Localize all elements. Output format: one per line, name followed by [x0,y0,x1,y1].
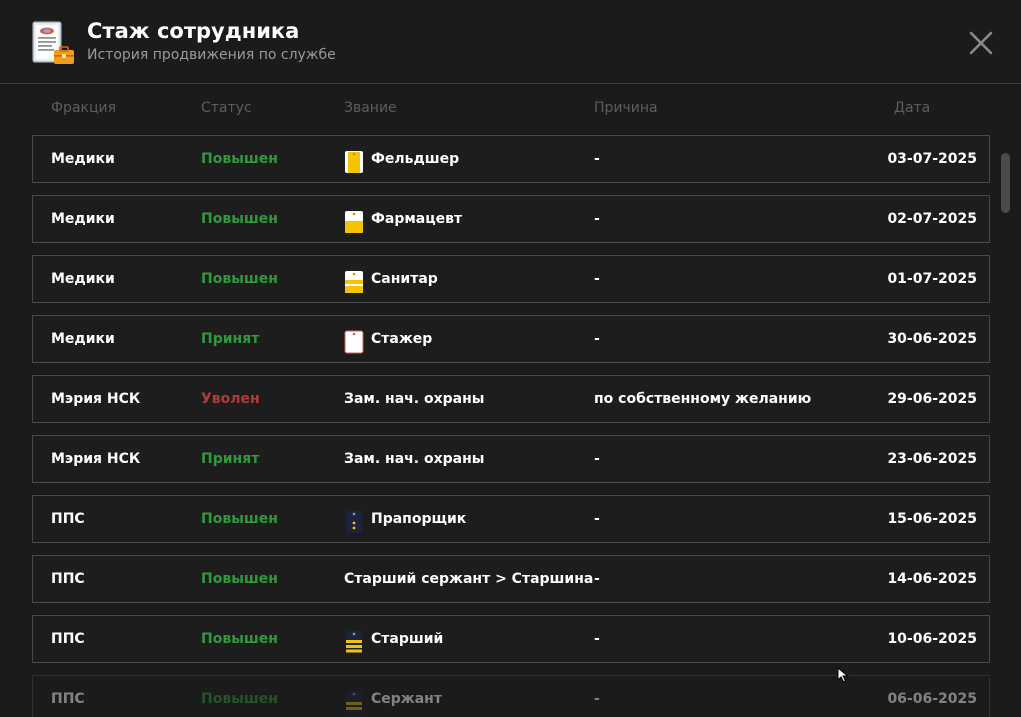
navy-epaulette-stars-icon [344,507,364,533]
row-status: Повышен [201,271,278,287]
row-rank-label: Старший сержант > Старшина [344,571,594,587]
row-reason: - [594,331,600,347]
table-row[interactable]: ППС Повышен Старший сержант > Старшина - 14-… [32,555,990,603]
row-date: 15-06-2025 [887,511,977,527]
row-reason: по собственному желанию [594,391,812,407]
row-rank: Фармацевт [344,196,462,242]
row-reason: - [594,571,600,587]
row-faction: Медики [51,271,115,287]
row-reason: - [594,511,600,527]
white-epaulette-icon [344,327,364,354]
row-date: 02-07-2025 [887,211,977,227]
table-row[interactable]: Медики Повышен Санитар - 01-07-2025 [32,255,990,303]
column-header-reason[interactable]: Причина [594,100,658,116]
yellow-epaulette-stripe-icon [344,147,364,173]
row-faction: Медики [51,151,115,167]
column-header-faction[interactable]: Фракция [51,100,116,116]
row-faction: ППС [51,691,85,707]
row-status: Принят [201,331,260,347]
row-date: 10-06-2025 [887,631,977,647]
row-status: Уволен [201,391,260,407]
row-status: Повышен [201,631,278,647]
window-subtitle: История продвижения по службе [87,47,336,63]
row-reason: - [594,211,600,227]
row-status: Повышен [201,571,278,587]
row-date: 30-06-2025 [887,331,977,347]
row-faction: ППС [51,511,85,527]
row-reason: - [594,151,600,167]
row-rank: Стажер [344,316,432,362]
window-title: Стаж сотрудника [87,19,300,43]
table-row[interactable]: ППС Повышен Прапорщик - 15-06-2025 [32,495,990,543]
column-header-rank[interactable]: Звание [344,100,397,116]
row-rank: Старший [344,616,443,662]
table-row[interactable]: Медики Повышен Фармацевт - 02-07-2025 [32,195,990,243]
scrollbar-thumb[interactable] [1001,153,1010,213]
table-row[interactable]: Медики Повышен Фельдшер - 03-07-2025 [32,135,990,183]
row-faction: Мэрия НСК [51,391,141,407]
column-header-status[interactable]: Статус [201,100,252,116]
row-date: 29-06-2025 [887,391,977,407]
row-date: 23-06-2025 [887,451,977,467]
row-rank: Зам. нач. охраны [344,436,484,482]
row-reason: - [594,451,600,467]
row-rank-label: Прапорщик [371,511,467,527]
mouse-cursor-icon [837,667,849,683]
column-header-date[interactable]: Дата [894,100,930,116]
history-table-body: Медики Повышен Фельдшер - 03-07-2025 Медики По… [32,135,990,717]
row-status: Повышен [201,691,278,707]
row-rank-label: Фармацевт [371,211,463,227]
row-faction: Медики [51,211,115,227]
row-date: 01-07-2025 [887,271,977,287]
employee-seniority-window: Стаж сотрудника История продвижения по с… [0,0,1021,717]
row-date: 06-06-2025 [887,691,977,707]
table-row[interactable]: ППС Повышен Старший - 10-06-2025 [32,615,990,663]
row-rank-label: Фельдшер [371,151,460,167]
table-row[interactable]: Медики Принят Стажер - 30-06-2025 [32,315,990,363]
row-faction: Медики [51,331,115,347]
row-rank: Фельдшер [344,136,459,182]
yellow-epaulette-half-icon [344,207,364,233]
row-rank-label: Зам. нач. охраны [344,391,485,407]
row-status: Повышен [201,151,278,167]
row-rank-label: Санитар [371,271,438,287]
row-faction: Мэрия НСК [51,451,141,467]
row-rank: Сержант [344,676,442,717]
row-faction: ППС [51,571,85,587]
row-rank-label: Зам. нач. охраны [344,451,485,467]
navy-epaulette-gold-bars-icon [344,687,364,713]
table-row[interactable]: Мэрия НСК Принят Зам. нач. охраны - 23-06-20… [32,435,990,483]
row-faction: ППС [51,631,85,647]
table-row[interactable]: Мэрия НСК Уволен Зам. нач. охраны по собств… [32,375,990,423]
row-reason: - [594,631,600,647]
yellow-epaulette-bars-icon [344,267,364,293]
row-status: Повышен [201,511,278,527]
row-rank-label: Сержант [371,691,442,707]
row-rank-label: Старший [371,631,444,647]
row-rank: Зам. нач. охраны [344,376,484,422]
navy-epaulette-yellow-bars-icon [344,627,364,653]
window-header: Стаж сотрудника История продвижения по с… [0,0,1021,84]
row-rank: Старший сержант > Старшина [344,556,593,602]
row-status: Принят [201,451,260,467]
row-date: 14-06-2025 [887,571,977,587]
close-icon[interactable] [965,27,997,59]
document-briefcase-icon [32,21,74,64]
row-reason: - [594,691,600,707]
row-rank: Санитар [344,256,438,302]
row-rank-label: Стажер [371,331,433,347]
row-reason: - [594,271,600,287]
row-rank: Прапорщик [344,496,466,542]
row-status: Повышен [201,211,278,227]
row-date: 03-07-2025 [887,151,977,167]
table-header: Фракция Статус Звание Причина Дата [0,98,1000,120]
